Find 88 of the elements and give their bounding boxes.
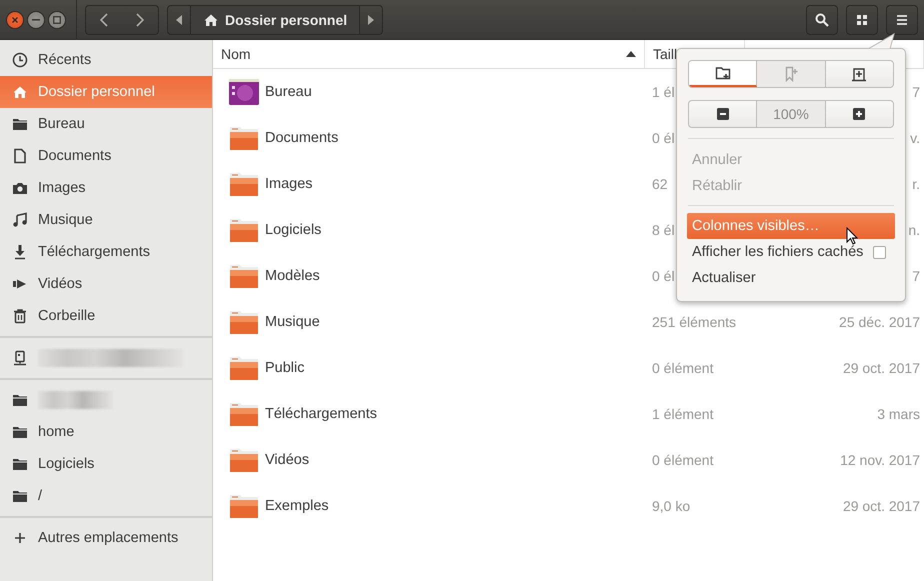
- file-size: 1 él: [652, 84, 675, 100]
- column-header[interactable]: Nom: [221, 46, 251, 62]
- sidebar-item[interactable]: Images: [0, 172, 212, 204]
- sidebar-item[interactable]: Autres emplacements: [0, 522, 212, 554]
- menu-item[interactable]: Actualiser: [687, 265, 895, 291]
- cursor-icon: [846, 227, 858, 245]
- folder-icon: [12, 456, 28, 472]
- file-name[interactable]: Vidéos: [265, 452, 310, 468]
- sidebar-item[interactable]: Bureau: [0, 108, 212, 140]
- file-size: 251 éléments: [652, 314, 736, 330]
- file-size: 62: [652, 176, 668, 192]
- sidebar-item[interactable]: Documents: [0, 140, 212, 172]
- file-name[interactable]: Documents: [265, 130, 338, 146]
- folder-icon: [12, 488, 28, 504]
- menu-button[interactable]: [886, 4, 918, 34]
- maximize-icon: [53, 16, 61, 24]
- new-folder-button[interactable]: [689, 61, 758, 87]
- column-header[interactable]: Taill: [653, 46, 678, 62]
- menu-icon: [895, 12, 909, 26]
- sidebar-item[interactable]: Corbeille: [0, 300, 212, 332]
- close-icon: [11, 16, 19, 24]
- sidebar-item[interactable]: home: [0, 416, 212, 448]
- desktop-folder-icon: [228, 76, 260, 108]
- sidebar-item[interactable]: Musique: [0, 204, 212, 236]
- path-button[interactable]: Dossier personnel: [190, 6, 360, 34]
- sidebar-item[interactable]: /: [0, 480, 212, 512]
- grid-view-button[interactable]: [846, 4, 878, 34]
- sidebar-item[interactable]: Vidéos: [0, 268, 212, 300]
- modified-date: 12 nov. 2017: [840, 452, 920, 468]
- plus-icon: [12, 530, 28, 546]
- file-name[interactable]: Musique: [265, 314, 320, 330]
- modified-date: v.: [910, 130, 920, 146]
- sidebar-item[interactable]: Téléchargements: [0, 236, 212, 268]
- camera-icon: [12, 180, 28, 196]
- music-icon: [12, 212, 28, 228]
- folder-icon: [12, 424, 28, 440]
- modified-date: 29 oct. 2017: [842, 360, 920, 376]
- back-icon: [100, 12, 108, 26]
- clock-icon: [12, 52, 28, 68]
- plus-icon: [851, 106, 868, 122]
- file-size: 0 élément: [652, 360, 714, 376]
- minus-icon: [714, 106, 731, 122]
- menu-item[interactable]: Afficher les fichiers cachés: [687, 239, 895, 265]
- modified-date: 7: [912, 268, 920, 284]
- file-name[interactable]: Bureau: [265, 84, 312, 100]
- sort-up-icon: [626, 51, 636, 57]
- modified-date: r.: [912, 176, 920, 192]
- home-icon: [203, 12, 219, 28]
- file-size: 8 él: [652, 222, 675, 238]
- document-icon: [12, 148, 28, 164]
- file-name[interactable]: Exemples: [265, 498, 329, 514]
- sidebar-item[interactable]: Logiciels: [0, 448, 212, 480]
- file-size: 0 él: [652, 130, 675, 146]
- right-arrow-icon: [368, 14, 374, 24]
- file-name[interactable]: Logiciels: [265, 222, 322, 238]
- grid-icon: [855, 12, 869, 26]
- file-size: 9,0 ko: [652, 498, 690, 514]
- minimize-button[interactable]: [27, 10, 45, 28]
- file-size: 0 élément: [652, 452, 714, 468]
- file-name[interactable]: Images: [265, 176, 313, 192]
- file-size: 1 élément: [652, 406, 714, 422]
- modified-date: 29 oct. 2017: [842, 498, 920, 514]
- search-button[interactable]: [806, 4, 838, 34]
- download-icon: [12, 244, 28, 260]
- minimize-icon: [32, 18, 40, 20]
- file-name[interactable]: Public: [265, 360, 304, 376]
- forward-icon: [136, 12, 144, 26]
- close-button[interactable]: [6, 10, 24, 28]
- file-name[interactable]: Téléchargements: [265, 406, 378, 422]
- new-tab-icon: [851, 66, 868, 82]
- file-size: 0 él: [652, 268, 675, 284]
- sidebar-item[interactable]: Récents: [0, 44, 212, 76]
- modified-date: n.: [908, 222, 920, 238]
- new-folder-icon: [714, 65, 731, 81]
- modified-date: 25 déc. 2017: [839, 314, 920, 330]
- folder-icon: [12, 116, 28, 132]
- folder-icon: [12, 392, 28, 408]
- modified-date: 3 mars: [877, 406, 920, 422]
- checkbox[interactable]: [873, 246, 886, 258]
- search-icon: [815, 12, 829, 26]
- home-icon: [12, 84, 28, 100]
- maximize-button[interactable]: [48, 10, 66, 28]
- modified-date: 7: [912, 84, 920, 100]
- file-name[interactable]: Modèles: [265, 268, 320, 284]
- left-arrow-icon: [176, 14, 182, 24]
- computer-icon: [12, 350, 28, 366]
- zoom-level: 100%: [757, 101, 826, 127]
- trash-icon: [12, 308, 28, 324]
